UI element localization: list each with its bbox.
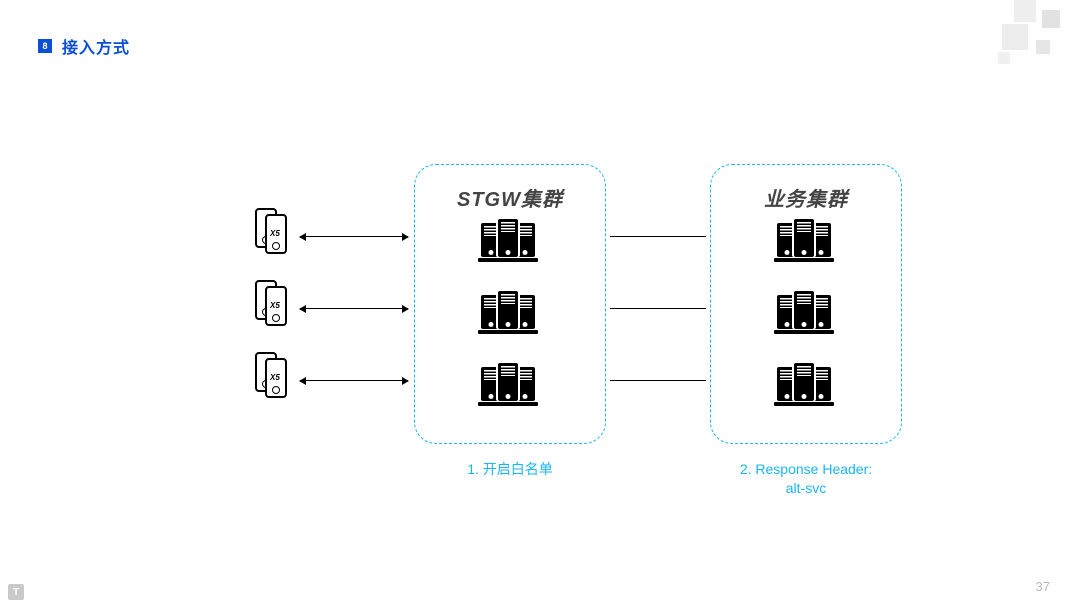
server-icon [777, 291, 847, 331]
server-icon [481, 291, 551, 331]
connector-line [610, 308, 706, 309]
server-icon [777, 219, 847, 259]
server-icon [481, 219, 551, 259]
diagram-stage: X5 X5 X5 STGW集群 1. 开启白名单 业务集群 2. Respons… [0, 0, 1080, 608]
connector-line [610, 380, 706, 381]
phone-label: X5 [270, 229, 280, 238]
cluster-biz-caption: 2. Response Header: alt-svc [710, 460, 902, 498]
connector-line [610, 236, 706, 237]
connector-line [300, 236, 408, 237]
connector-line [300, 380, 408, 381]
server-icon [481, 363, 551, 403]
connector-line [300, 308, 408, 309]
phone-label: X5 [270, 373, 280, 382]
phone-icon: X5 [255, 352, 291, 398]
cluster-stgw: STGW集群 [414, 164, 606, 444]
cluster-biz-title: 业务集群 [711, 183, 901, 212]
cluster-biz: 业务集群 [710, 164, 902, 444]
phone-label: X5 [270, 301, 280, 310]
phone-icon: X5 [255, 280, 291, 326]
cluster-stgw-title: STGW集群 [415, 183, 605, 212]
page-number: 37 [1036, 579, 1050, 594]
cluster-stgw-caption: 1. 开启白名单 [414, 460, 606, 479]
footer-logo-icon: T [8, 584, 24, 600]
phone-icon: X5 [255, 208, 291, 254]
server-icon [777, 363, 847, 403]
